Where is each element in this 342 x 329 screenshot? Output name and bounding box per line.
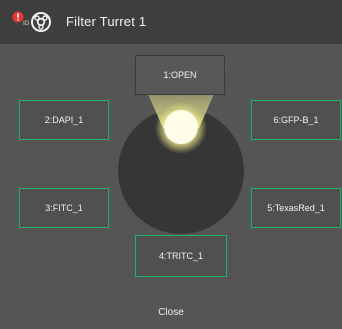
close-button[interactable]: Close xyxy=(140,300,202,324)
filter-position-6[interactable]: 6:GFP-B_1 xyxy=(251,100,341,140)
filter-position-2[interactable]: 2:DAPI_1 xyxy=(19,100,109,140)
filter-position-5[interactable]: 5:TexasRed_1 xyxy=(251,188,341,228)
turret-dial xyxy=(118,108,244,234)
filter-label: 6:GFP-B_1 xyxy=(273,115,319,125)
filter-label: 2:DAPI_1 xyxy=(44,115,84,125)
filter-label: 3:FITC_1 xyxy=(45,203,83,213)
filter-label: 1:OPEN xyxy=(163,70,197,80)
filter-position-4[interactable]: 4:TRITC_1 xyxy=(135,235,227,277)
filter-position-1[interactable]: 1:OPEN xyxy=(135,55,225,95)
filter-position-3[interactable]: 3:FITC_1 xyxy=(19,188,109,228)
filter-label: 4:TRITC_1 xyxy=(158,251,203,261)
window-title: Filter Turret 1 xyxy=(66,14,147,29)
filter-turret-icon: ID xyxy=(12,11,51,32)
filter-label: 5:TexasRed_1 xyxy=(267,203,325,213)
title-bar: ID Filter Turret 1 xyxy=(0,0,342,44)
svg-text:ID: ID xyxy=(23,20,30,27)
